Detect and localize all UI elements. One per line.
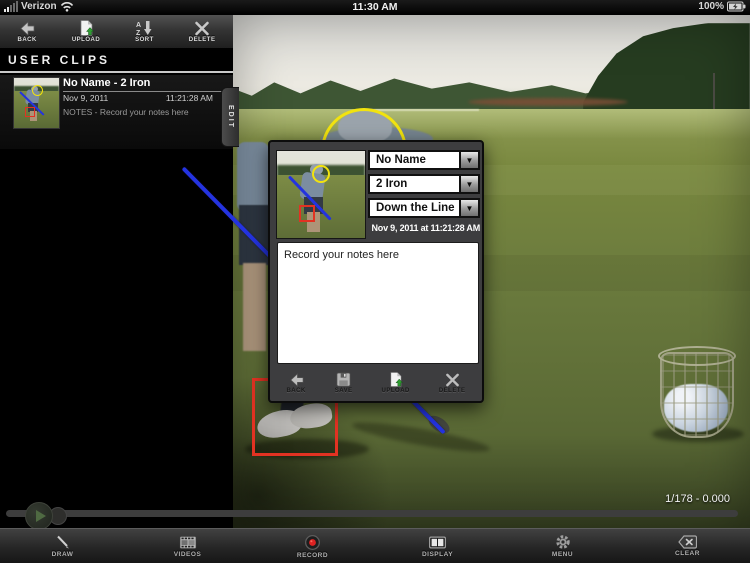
popup-delete-label: DELETE <box>438 387 466 394</box>
name-dropdown[interactable]: No Name ▼ <box>368 150 480 170</box>
svg-text:Z: Z <box>136 30 141 36</box>
popup-button-row: BACK SAVE UPLOAD DELETE <box>272 366 480 400</box>
club-dropdown[interactable]: 2 Iron ▼ <box>368 174 480 194</box>
videos-label: VIDEOS <box>173 550 202 558</box>
popup-save-label: SAVE <box>334 388 353 394</box>
view-dropdown[interactable]: Down the Line ▼ <box>368 198 480 218</box>
upload-button[interactable]: UPLOAD <box>72 20 100 43</box>
videos-button[interactable]: VIDEOS <box>125 529 250 563</box>
popup-thumb-red-square <box>299 205 315 222</box>
film-strip-icon <box>179 535 196 549</box>
sidebar-toolbar: BACK UPLOAD A Z SORT DELETE <box>0 15 233 49</box>
battery-percent: 100% <box>698 1 724 12</box>
record-button[interactable]: RECORD <box>250 529 375 563</box>
popup-thumbnail <box>276 150 366 239</box>
popup-delete-button[interactable]: DELETE <box>439 373 466 394</box>
thumb-red-square <box>25 107 35 117</box>
clear-label: CLEAR <box>675 550 700 557</box>
draw-label: DRAW <box>51 551 74 558</box>
popup-upload-label: UPLOAD <box>381 388 410 394</box>
clip-timestamp: Nov 9, 2011 at 11:21:28 AM <box>371 223 480 233</box>
scrubber-bar[interactable] <box>6 510 738 517</box>
popup-back-button[interactable]: BACK <box>286 372 306 394</box>
menu-button[interactable]: MENU <box>500 529 625 563</box>
sort-button[interactable]: A Z SORT <box>135 20 154 43</box>
user-clips-header: USER CLIPS <box>0 50 233 73</box>
clip-info-popup: No Name ▼ 2 Iron ▼ Down the Line ▼ Nov 9… <box>268 140 484 403</box>
back-label: BACK <box>17 36 37 43</box>
thumb-yellow-circle <box>32 85 43 96</box>
chevron-down-icon: ▼ <box>459 152 478 168</box>
back-arrow-icon <box>290 372 303 387</box>
display-button[interactable]: DISPLAY <box>375 529 500 563</box>
popup-thumb-yellow-circle <box>312 165 330 183</box>
sort-icon: A Z <box>136 21 152 36</box>
chevron-down-icon: ▼ <box>459 200 478 216</box>
upload-icon <box>80 20 94 36</box>
bottom-toolbar: DRAW VIDEOS RECORD DISPLAY MENU CLEAR <box>0 528 750 563</box>
clip-thumbnail <box>13 77 60 129</box>
clip-notes-preview: NOTES - Record your notes here <box>63 107 189 117</box>
display-panes-icon <box>429 536 446 548</box>
view-dropdown-value: Down the Line <box>376 202 455 214</box>
frame-counter: 1/178 - 0.000 <box>665 493 730 505</box>
record-label: RECORD <box>296 551 329 559</box>
delete-button[interactable]: DELETE <box>189 21 216 43</box>
clip-meta-row: Nov 9, 2011 11:21:28 AM <box>63 93 213 103</box>
battery-icon <box>727 1 746 12</box>
popup-upload-button[interactable]: UPLOAD <box>382 372 410 394</box>
delete-label: DELETE <box>188 36 216 43</box>
draw-pen-icon <box>56 535 69 549</box>
edit-tab-label: EDIT <box>227 105 234 129</box>
clip-time: 11:21:28 AM <box>165 93 213 103</box>
record-icon <box>305 534 320 550</box>
app-screen: Verizon 11:30 AM 100% BACK UPLOAD A Z SO… <box>0 0 750 563</box>
edit-tab[interactable]: EDIT <box>221 87 239 147</box>
upload-icon <box>390 372 404 387</box>
clip-title[interactable]: No Name - 2 Iron <box>63 77 223 92</box>
clock: 11:30 AM <box>352 1 398 13</box>
menu-label: MENU <box>551 551 574 558</box>
name-dropdown-value: No Name <box>376 154 426 166</box>
display-label: DISPLAY <box>421 550 454 558</box>
clip-date: Nov 9, 2011 <box>63 93 109 103</box>
upload-label: UPLOAD <box>71 37 101 43</box>
club-dropdown-value: 2 Iron <box>376 178 408 190</box>
delete-x-icon <box>445 373 459 386</box>
play-button[interactable] <box>25 502 53 530</box>
sort-label: SORT <box>135 37 154 43</box>
popup-back-label: BACK <box>286 387 306 394</box>
chevron-down-icon: ▼ <box>459 176 478 192</box>
back-button[interactable]: BACK <box>17 20 37 43</box>
notes-textarea[interactable]: Record your notes here <box>277 242 479 364</box>
gear-icon <box>555 535 570 549</box>
sidebar: BACK UPLOAD A Z SORT DELETE USER CLIPS N… <box>0 15 239 528</box>
svg-text:A: A <box>136 22 141 29</box>
back-arrow-icon <box>20 20 35 36</box>
status-bar: Verizon 11:30 AM 100% <box>0 0 750 15</box>
draw-button[interactable]: DRAW <box>0 529 125 563</box>
clear-key-icon <box>678 535 697 549</box>
popup-save-button[interactable]: SAVE <box>335 372 353 394</box>
save-icon <box>336 372 351 387</box>
clear-button[interactable]: CLEAR <box>625 529 750 563</box>
play-icon <box>36 510 46 522</box>
delete-x-icon <box>195 21 209 35</box>
